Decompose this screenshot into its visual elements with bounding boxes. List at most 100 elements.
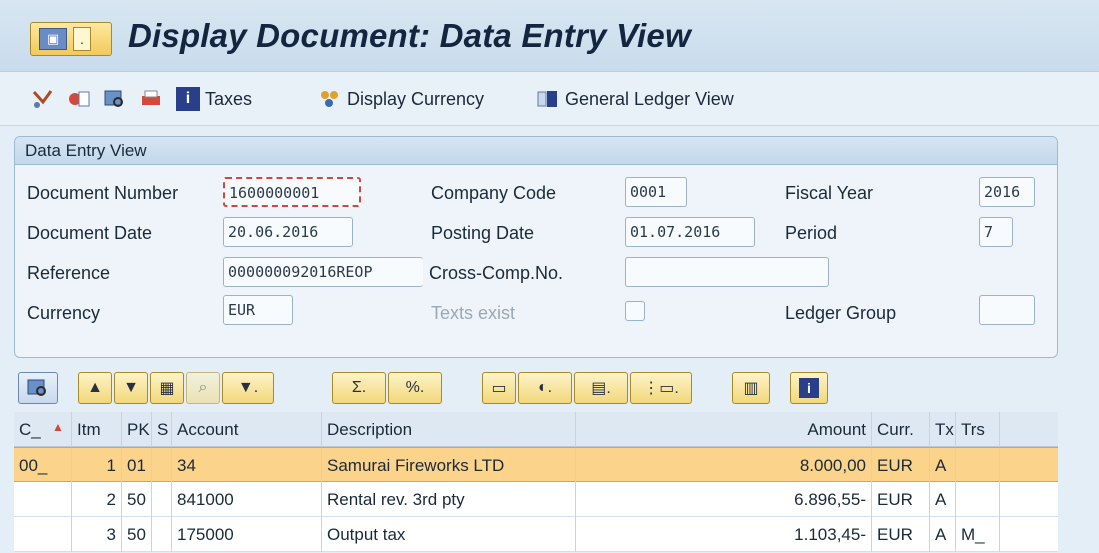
fiscal-year-label: Fiscal Year	[785, 183, 874, 203]
cell-c	[14, 482, 72, 517]
cell-amount: 1.103,45-	[576, 517, 872, 552]
find-icon[interactable]	[102, 86, 128, 112]
document-date-label: Document Date	[27, 223, 153, 243]
system-menu-button[interactable]: ▣ .	[30, 22, 112, 56]
cell-tx: A	[930, 448, 956, 483]
views-icon[interactable]: ◐.	[518, 372, 572, 404]
cell-s	[152, 482, 172, 517]
grid-toolbar: ▲ ▼ ▦ ⌕ ▼. Σ. %. ▭ ◐. ▤. ⋮▭. ▥ i	[14, 368, 1058, 410]
texts-exist-checkbox[interactable]	[625, 301, 645, 321]
cross-comp-no-field[interactable]	[625, 257, 829, 287]
cell-description: Rental rev. 3rd pty	[322, 482, 576, 517]
period-label: Period	[785, 223, 838, 243]
col-header-tx[interactable]: Tx	[930, 412, 956, 447]
cell-amount: 6.896,55-	[576, 482, 872, 517]
col-header-amount[interactable]: Amount	[576, 412, 872, 447]
currency-field[interactable]: EUR	[223, 295, 293, 325]
cell-s	[152, 448, 172, 483]
document-number-field[interactable]: 1600000001	[223, 177, 361, 207]
print-icon[interactable]	[138, 86, 164, 112]
sap-logo-icon: ▣	[39, 28, 67, 50]
cell-itm: 3	[72, 517, 122, 552]
col-header-account[interactable]: Account	[172, 412, 322, 447]
taxes-button[interactable]: i Taxes	[176, 86, 252, 112]
posting-date-label: Posting Date	[431, 223, 535, 243]
table-row[interactable]: 2 50 841000 Rental rev. 3rd pty 6.896,55…	[14, 482, 1058, 517]
cell-c	[14, 517, 72, 552]
cell-tx: A	[930, 482, 956, 517]
cell-account[interactable]: 175000	[172, 517, 322, 552]
page-title: Display Document: Data Entry View	[128, 17, 691, 54]
fiscal-year-field[interactable]: 2016	[979, 177, 1035, 207]
display-currency-button[interactable]: Display Currency	[318, 86, 484, 112]
texts-exist-label: Texts exist	[431, 303, 516, 323]
sort-marker-icon: ▲	[52, 420, 64, 434]
cross-comp-no-label: Cross-Comp.No.	[429, 263, 564, 283]
filter-icon[interactable]: ▼.	[222, 372, 274, 404]
document-overview-icon[interactable]	[66, 86, 92, 112]
cell-curr: EUR	[872, 482, 930, 517]
table-row[interactable]: 3 50 175000 Output tax 1.103,45- EUR A M…	[14, 517, 1058, 552]
period-field[interactable]: 7	[979, 217, 1013, 247]
taxes-label: Taxes	[205, 88, 253, 109]
grid-header-row: C_ ▲ Itm PK S Account Description Amount …	[14, 412, 1058, 447]
ledger-icon	[536, 87, 560, 111]
col-header-pk[interactable]: PK	[122, 412, 152, 447]
data-entry-view-group: Data Entry View Document Number 16000000…	[14, 136, 1058, 358]
col-header-description[interactable]: Description	[322, 412, 576, 447]
col-header-curr[interactable]: Curr.	[872, 412, 930, 447]
sort-descending-icon[interactable]: ▼	[114, 372, 148, 404]
ledger-group-label: Ledger Group	[785, 303, 897, 323]
cell-pk: 50	[122, 482, 152, 517]
cell-curr: EUR	[872, 448, 930, 483]
reference-field[interactable]: 000000092016REOP	[223, 257, 423, 287]
posting-date-field[interactable]: 01.07.2016	[625, 217, 755, 247]
cell-pk: 50	[122, 517, 152, 552]
cell-account[interactable]: 34	[172, 448, 322, 483]
cell-trs	[956, 482, 1000, 517]
col-header-trs[interactable]: Trs	[956, 412, 1000, 447]
general-ledger-view-label: General Ledger View	[565, 88, 734, 109]
graphic-icon[interactable]: ▥	[732, 372, 770, 404]
export-icon[interactable]: ▤.	[574, 372, 628, 404]
sum-icon[interactable]: Σ.	[332, 372, 386, 404]
cell-description: Samurai Fireworks LTD	[322, 448, 576, 483]
currency-label: Currency	[27, 303, 101, 323]
document-number-label: Document Number	[27, 183, 179, 203]
cell-description: Output tax	[322, 517, 576, 552]
table-row[interactable]: 00_ 1 01 34 Samurai Fireworks LTD 8.000,…	[14, 447, 1058, 483]
company-code-label: Company Code	[431, 183, 557, 203]
find-grid-icon[interactable]: ▦	[150, 372, 184, 404]
display-currency-label: Display Currency	[347, 88, 485, 109]
col-header-c[interactable]: C_ ▲	[14, 412, 72, 447]
cell-itm: 2	[72, 482, 122, 517]
ledger-group-field[interactable]	[979, 295, 1035, 325]
find-next-icon[interactable]: ⌕	[186, 372, 220, 404]
application-toolbar: i Taxes Display Currency General Ledger …	[0, 72, 1099, 126]
company-code-field[interactable]: 0001	[625, 177, 687, 207]
general-ledger-view-button[interactable]: General Ledger View	[536, 86, 734, 112]
document-date-field[interactable]: 20.06.2016	[223, 217, 353, 247]
cell-amount: 8.000,00	[576, 448, 872, 483]
cell-pk: 01	[122, 448, 152, 483]
title-bar: ▣ . Display Document: Data Entry View	[0, 0, 1099, 72]
details-icon[interactable]	[18, 372, 58, 404]
sort-ascending-icon[interactable]: ▲	[78, 372, 112, 404]
group-title: Data Entry View	[15, 137, 1057, 165]
info-grid-icon[interactable]: i	[790, 372, 828, 404]
currency-icon	[318, 87, 342, 111]
subtotal-icon[interactable]: %.	[388, 372, 442, 404]
info-icon: i	[176, 87, 200, 111]
cell-account[interactable]: 841000	[172, 482, 322, 517]
edit-glasses-icon[interactable]	[30, 86, 56, 112]
cell-tx: A	[930, 517, 956, 552]
cell-itm: 1	[72, 448, 122, 483]
menu-dropdown-icon: .	[73, 27, 91, 51]
col-header-itm[interactable]: Itm	[72, 412, 122, 447]
reference-label: Reference	[27, 263, 111, 283]
cell-trs: M_	[956, 517, 1000, 552]
layout-icon[interactable]: ⋮▭.	[630, 372, 692, 404]
print-preview-icon[interactable]: ▭	[482, 372, 516, 404]
col-header-s[interactable]: S	[152, 412, 172, 447]
cell-s	[152, 517, 172, 552]
